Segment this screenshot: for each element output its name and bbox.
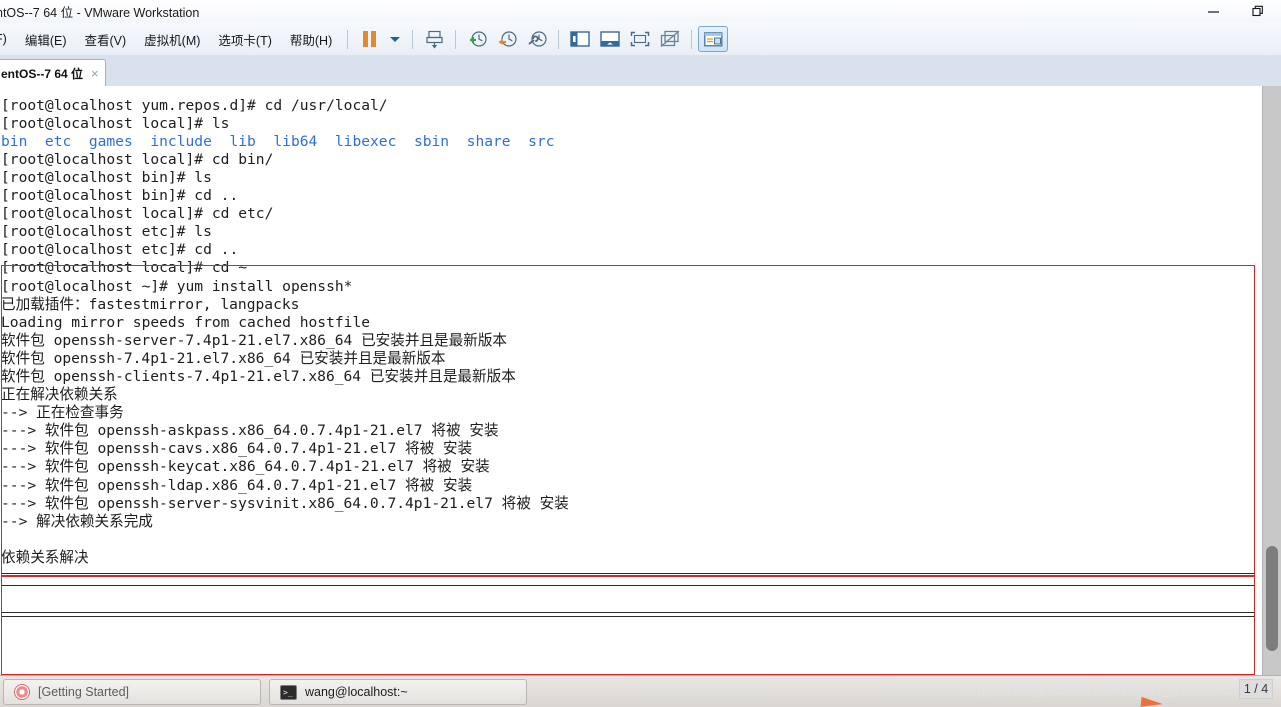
manage-snapshots-button[interactable] <box>522 26 552 52</box>
full-screen-button[interactable] <box>625 26 655 52</box>
menu-item-help[interactable]: 帮助(H) <box>281 28 341 51</box>
toolbar-separator-4 <box>558 29 560 49</box>
show-thumbnail-button[interactable] <box>698 26 729 52</box>
power-dropdown-button[interactable] <box>384 26 406 52</box>
pause-button[interactable] <box>354 26 384 52</box>
menu-item-edit[interactable]: 编辑(E) <box>16 28 76 51</box>
terminal-scrollbar[interactable] <box>1262 86 1281 675</box>
pause-icon <box>362 31 376 47</box>
unity-icon <box>660 30 680 47</box>
revert-snapshot-button[interactable] <box>492 26 522 52</box>
send-ctrl-alt-del-button[interactable] <box>419 26 449 52</box>
window-title: ntOS--7 64 位 - VMware Workstation <box>0 6 200 20</box>
restore-button[interactable] <box>1236 1 1281 23</box>
show-library-button[interactable] <box>565 26 595 52</box>
table-rule-mid2 <box>1 616 1254 617</box>
console-panel-icon <box>600 30 620 47</box>
unity-mode-button[interactable] <box>655 26 685 52</box>
toolbar-separator-3 <box>455 29 457 49</box>
vmware-workstation-window: ntOS--7 64 位 - VMware Workstation F) 编辑(… <box>0 0 1281 707</box>
table-rule-top2 <box>1 585 1254 586</box>
chevron-down-icon <box>390 36 401 42</box>
fullscreen-icon <box>630 31 649 46</box>
snapshot-add-icon <box>470 30 487 47</box>
menu-item-vm[interactable]: 虚拟机(M) <box>135 28 209 51</box>
minimize-button[interactable] <box>1191 1 1236 23</box>
thumbnail-icon <box>703 31 723 46</box>
guest-screen[interactable]: [root@localhost yum.repos.d]# cd /usr/lo… <box>0 86 1281 675</box>
show-console-button[interactable] <box>595 26 625 52</box>
watermark-arrow-icon <box>1140 696 1164 707</box>
title-bar: ntOS--7 64 位 - VMware Workstation <box>0 0 1281 24</box>
scrollbar-thumb[interactable] <box>1266 546 1278 651</box>
library-panel-icon <box>570 30 590 47</box>
terminal-output: [root@localhost yum.repos.d]# cd /usr/lo… <box>1 96 569 566</box>
take-snapshot-button[interactable] <box>462 26 492 52</box>
send-keys-icon <box>426 30 443 48</box>
snapshot-manage-icon <box>528 30 547 47</box>
page-indicator: 1 / 4 <box>1239 679 1273 699</box>
toolbar-separator <box>347 29 349 49</box>
menu-toolbar: F) 编辑(E) 查看(V) 虚拟机(M) 选项卡(T) 帮助(H) <box>0 23 1281 56</box>
taskbar-button-label-2: wang@localhost:~ <box>305 685 408 699</box>
snapshot-revert-icon <box>498 30 517 47</box>
taskbar-button-label: [Getting Started] <box>38 685 130 699</box>
table-rule-mid <box>1 612 1254 613</box>
terminal-icon: >_ <box>280 684 297 700</box>
menu-item-view[interactable]: 查看(V) <box>75 28 135 51</box>
vm-tab-centos7[interactable]: entOS--7 64 位 × <box>0 59 106 86</box>
watermark-text: https://blog.csdn.net/weixin_45937436 <box>963 681 1243 698</box>
taskbar-button-terminal[interactable]: >_ wang@localhost:~ <box>269 679 527 705</box>
menu-item-file[interactable]: F) <box>0 30 16 48</box>
vm-tab-label: entOS--7 64 位 <box>1 66 84 81</box>
window-controls <box>1191 0 1281 23</box>
toolbar-separator-5 <box>691 29 693 49</box>
close-icon[interactable]: × <box>91 67 99 80</box>
toolbar-separator-2 <box>412 29 414 49</box>
lifebuoy-icon <box>14 684 30 700</box>
menu-item-tabs[interactable]: 选项卡(T) <box>209 28 280 51</box>
table-rule-top <box>1 573 1254 574</box>
taskbar-button-getting-started[interactable]: [Getting Started] <box>3 679 261 705</box>
vm-tab-strip: entOS--7 64 位 × <box>0 55 1281 87</box>
